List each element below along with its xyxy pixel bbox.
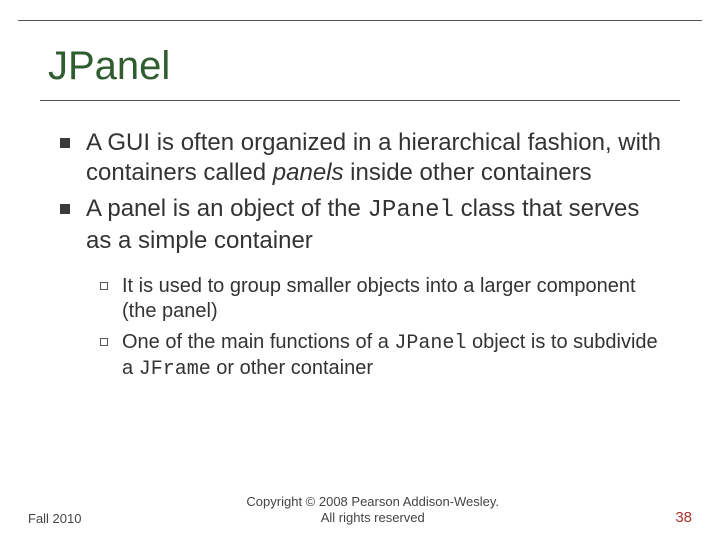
footer-term: Fall 2010 — [28, 511, 81, 526]
sub-bullet-text: One of the main functions of a JPanel ob… — [122, 330, 670, 382]
slide: JPanel A GUI is often organized in a hie… — [0, 0, 720, 540]
square-bullet-icon — [60, 138, 70, 148]
copyright-line2: All rights reserved — [321, 510, 425, 525]
sub-bullet-item: One of the main functions of a JPanel ob… — [100, 330, 670, 382]
sub-bullet-text: It is used to group smaller objects into… — [122, 274, 670, 324]
sub-bullet-item: It is used to group smaller objects into… — [100, 274, 670, 324]
sub-bullet-list: It is used to group smaller objects into… — [100, 274, 670, 382]
bullet-item: A GUI is often organized in a hierarchic… — [60, 128, 670, 188]
page-number: 38 — [664, 509, 692, 526]
copyright-line1: Copyright © 2008 Pearson Addison-Wesley. — [246, 494, 499, 509]
bullet-text: A panel is an object of the JPanel class… — [86, 194, 670, 256]
text-span: One of the main functions of a — [122, 331, 394, 353]
square-bullet-icon — [60, 204, 70, 214]
outer-rule — [18, 20, 702, 21]
text-span: A panel is an object of the — [86, 195, 368, 222]
code-span: JPanel — [368, 197, 454, 224]
bullet-item: A panel is an object of the JPanel class… — [60, 194, 670, 256]
code-span: JFrame — [139, 358, 211, 381]
text-span: or other container — [211, 357, 373, 379]
hollow-square-bullet-icon — [100, 282, 108, 290]
code-span: JPanel — [394, 332, 466, 355]
text-span: It is used to group smaller objects into… — [122, 275, 636, 322]
footer-copyright: Copyright © 2008 Pearson Addison-Wesley.… — [81, 494, 664, 527]
slide-title: JPanel — [48, 44, 170, 89]
bullet-text: A GUI is often organized in a hierarchic… — [86, 128, 670, 188]
slide-body: A GUI is often organized in a hierarchic… — [60, 128, 670, 388]
italic-span: panels — [273, 159, 344, 186]
slide-footer: Fall 2010 Copyright © 2008 Pearson Addis… — [0, 494, 720, 527]
text-span: inside other containers — [344, 159, 592, 186]
hollow-square-bullet-icon — [100, 338, 108, 346]
inner-rule — [40, 100, 680, 101]
